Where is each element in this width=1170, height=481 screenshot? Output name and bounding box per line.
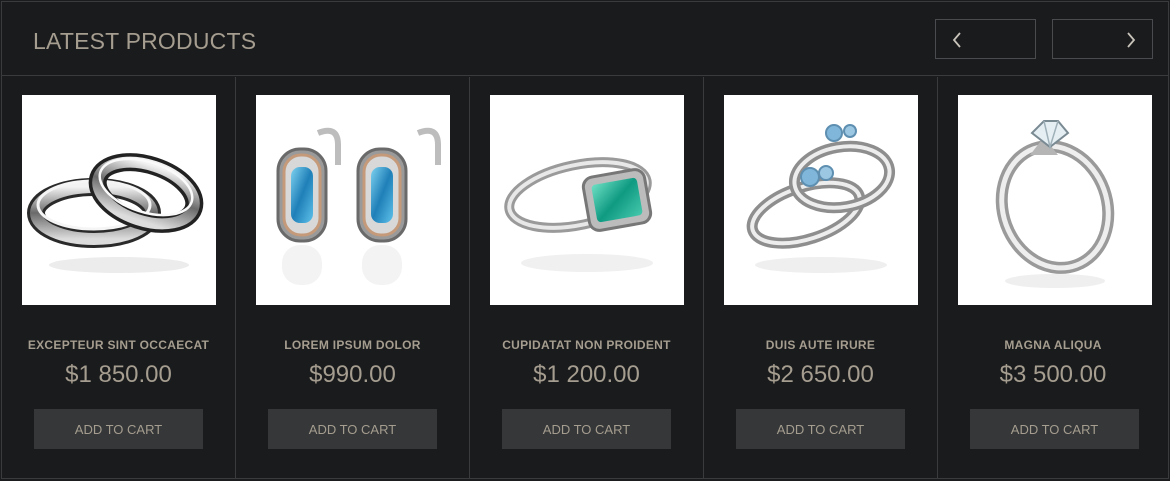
add-to-cart-button[interactable]: ADD TO CART — [502, 409, 671, 449]
aquamarine-ring-image — [746, 124, 896, 273]
emerald-ring-image — [504, 157, 653, 272]
product-name[interactable]: DUIS AUTE IRURE — [704, 338, 937, 352]
product-image-link[interactable] — [724, 95, 918, 305]
product-image-link[interactable] — [958, 95, 1152, 305]
product-card: EXCEPTEUR SINT OCCAECAT $1 850.00 ADD TO… — [2, 77, 236, 478]
product-image-link[interactable] — [490, 95, 684, 305]
add-to-cart-button[interactable]: ADD TO CART — [268, 409, 437, 449]
product-price: $1 200.00 — [533, 361, 640, 388]
product-card: MAGNA ALIQUA $3 500.00 ADD TO CART — [938, 77, 1168, 478]
product-price: $2 650.00 — [767, 361, 874, 388]
widget-header: LATEST PRODUCTS — [2, 2, 1168, 76]
add-to-cart-button[interactable]: ADD TO CART — [736, 409, 905, 449]
product-name[interactable]: LOREM IPSUM DOLOR — [236, 338, 469, 352]
product-card: DUIS AUTE IRURE $2 650.00 ADD TO CART — [704, 77, 938, 478]
carousel-next-button[interactable] — [1052, 19, 1153, 59]
chevron-left-icon — [952, 32, 961, 48]
carousel-prev-button[interactable] — [935, 19, 1036, 59]
product-image-link[interactable] — [22, 95, 216, 305]
add-to-cart-button[interactable]: ADD TO CART — [970, 409, 1139, 449]
chevron-right-icon — [1127, 32, 1136, 48]
product-image-link[interactable] — [256, 95, 450, 305]
topaz-earrings-image — [276, 127, 441, 285]
product-name[interactable]: MAGNA ALIQUA — [938, 338, 1168, 352]
product-price: $3 500.00 — [999, 361, 1107, 388]
product-carousel: EXCEPTEUR SINT OCCAECAT $1 850.00 ADD TO… — [2, 77, 1168, 478]
section-title: LATEST PRODUCTS — [33, 28, 257, 54]
product-card: CUPIDATAT NON PROIDENT $1 200.00 ADD TO … — [470, 77, 704, 478]
latest-products-widget: LATEST PRODUCTS EXCEPTEUR SINT OCCAECAT … — [1, 1, 1169, 479]
product-price: $1 850.00 — [65, 361, 172, 388]
stacked-rings-image — [27, 153, 204, 273]
product-card: LOREM IPSUM DOLOR $990.00 ADD TO CART — [236, 77, 470, 478]
product-name[interactable]: CUPIDATAT NON PROIDENT — [470, 338, 703, 352]
product-name[interactable]: EXCEPTEUR SINT OCCAECAT — [2, 338, 235, 352]
product-price: $990.00 — [309, 361, 396, 388]
add-to-cart-button[interactable]: ADD TO CART — [34, 409, 203, 449]
solitaire-ring-image — [995, 120, 1115, 288]
